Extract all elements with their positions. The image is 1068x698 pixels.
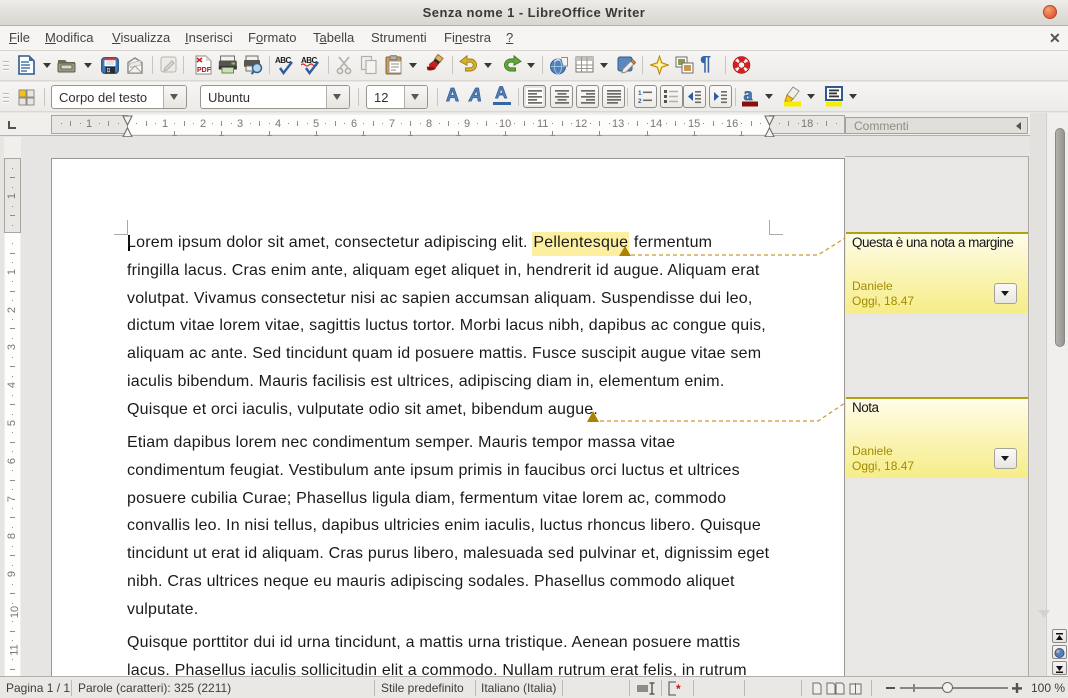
svg-text:1: 1 [638,90,642,97]
svg-text:PDF: PDF [197,67,212,74]
svg-text:a: a [744,85,753,104]
svg-text:2: 2 [638,98,642,104]
svg-text:ABC: ABC [275,56,292,65]
svg-text:*: * [676,682,681,696]
